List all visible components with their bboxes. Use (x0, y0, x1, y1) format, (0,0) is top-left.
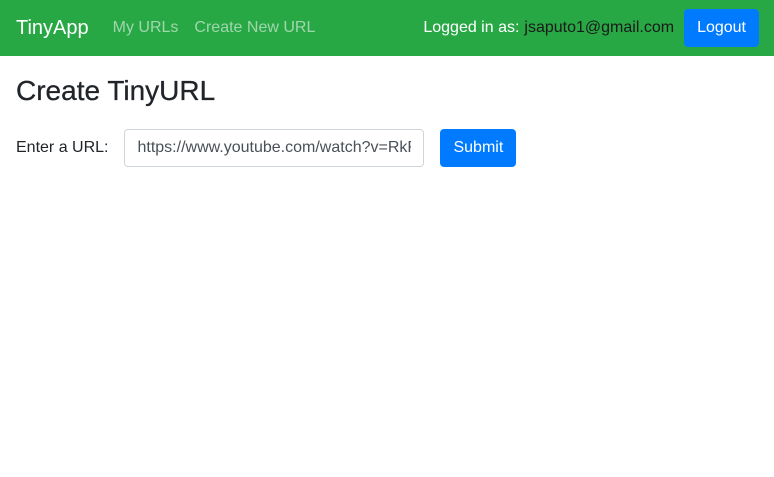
create-url-form: Enter a URL: Submit (16, 129, 758, 167)
main-content: Create TinyURL Enter a URL: Submit (0, 74, 774, 167)
navbar: TinyApp My URLs Create New URL Logged in… (0, 0, 774, 56)
nav-link-my-urls[interactable]: My URLs (113, 19, 179, 37)
user-email: jsaputo1@gmail.com (524, 19, 675, 36)
url-input[interactable] (124, 129, 425, 167)
submit-button[interactable]: Submit (440, 129, 517, 167)
user-area: Logged in as: jsaputo1@gmail.com Logout (423, 0, 759, 56)
url-label: Enter a URL: (16, 139, 109, 156)
brand-link[interactable]: TinyApp (16, 17, 89, 40)
nav-link-create-new-url[interactable]: Create New URL (194, 19, 315, 37)
logout-button[interactable]: Logout (684, 9, 759, 47)
logged-in-label: Logged in as: (423, 19, 520, 36)
page-title: Create TinyURL (16, 75, 216, 106)
